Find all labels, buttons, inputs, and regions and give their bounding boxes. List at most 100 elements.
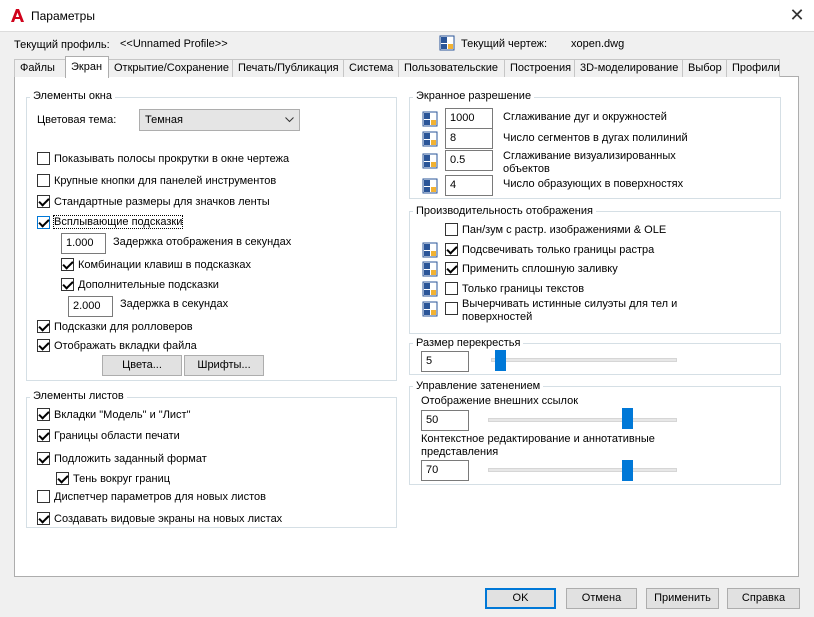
help-button[interactable]: Справка [727, 588, 800, 609]
crosshair-size-slider-track[interactable] [491, 358, 677, 362]
tooltips-label: Всплывающие подсказки [52, 215, 184, 229]
tab-drafting[interactable]: Построения [504, 59, 575, 77]
display-resolution-title: Экранное разрешение [413, 90, 535, 102]
tab-display[interactable]: Экран [65, 56, 109, 78]
printable-area-label: Границы области печати [54, 430, 180, 442]
arc-smoothness-input[interactable]: 1000 [445, 108, 493, 129]
tab-profiles[interactable]: Профили [726, 59, 780, 77]
tab-files[interactable]: Файлы [14, 59, 66, 77]
xref-fade-label: Отображение внешних ссылок [421, 395, 579, 407]
chevron-down-icon [285, 117, 294, 123]
rendered-smoothness-label: Сглаживание визуализированных объектов [503, 150, 676, 175]
inplace-fade-input[interactable]: 70 [421, 460, 469, 481]
cancel-button[interactable]: Отмена [566, 588, 637, 609]
crosshair-size-slider-thumb[interactable] [495, 350, 507, 371]
model-layout-tabs-label: Вкладки "Модель" и "Лист" [54, 409, 191, 421]
extended-delay-input[interactable]: 2.000 [68, 296, 113, 317]
extended-tooltips-label: Дополнительные подсказки [78, 279, 219, 291]
inplace-fade-label: Контекстное редактирование и аннотативны… [421, 433, 655, 458]
file-tabs-checkbox[interactable] [37, 339, 50, 352]
raster-frame-checkbox[interactable] [445, 243, 458, 256]
xref-fade-slider-track[interactable] [488, 418, 677, 422]
tab-3d-modeling[interactable]: 3D-моделирование [574, 59, 683, 77]
create-viewports-checkbox[interactable] [37, 512, 50, 525]
show-scrollbars-checkbox[interactable] [37, 152, 50, 165]
paper-shadow-checkbox[interactable] [56, 472, 69, 485]
paper-shadow-label: Тень вокруг границ [73, 473, 171, 485]
show-scrollbars-label: Показывать полосы прокрутки в окне черте… [54, 153, 290, 165]
rollover-tooltips-label: Подсказки для ролловеров [54, 321, 193, 333]
large-buttons-checkbox[interactable] [37, 174, 50, 187]
drawing-saved-icon [422, 281, 438, 297]
true-silhouettes-checkbox[interactable] [445, 302, 458, 315]
page-setup-manager-label: Диспетчер параметров для новых листов [54, 491, 266, 503]
paper-background-checkbox[interactable] [37, 452, 50, 465]
extended-tooltips-checkbox[interactable] [61, 278, 74, 291]
solid-fill-label: Применить сплошную заливку [462, 263, 618, 275]
drawing-icon [439, 35, 455, 51]
tab-system[interactable]: Система [343, 59, 399, 77]
true-silhouettes-label: Вычерчивать истинные силуэты для тел и п… [462, 298, 678, 323]
window-title: Параметры [31, 9, 95, 23]
page-setup-manager-checkbox[interactable] [37, 490, 50, 503]
paper-background-label: Подложить заданный формат [54, 453, 207, 465]
ok-button[interactable]: OK [485, 588, 556, 609]
rendered-smoothness-input[interactable]: 0.5 [445, 150, 493, 171]
tooltip-delay-label: Задержка отображения в секундах [113, 236, 292, 248]
autocad-a-icon [10, 8, 25, 23]
layout-elements-title: Элементы листов [30, 390, 127, 402]
extended-delay-label: Задержка в секундах [120, 298, 229, 310]
model-layout-tabs-checkbox[interactable] [37, 408, 50, 421]
drawing-saved-icon [422, 111, 438, 127]
xref-fade-input[interactable]: 50 [421, 410, 469, 431]
shortcut-keys-checkbox[interactable] [61, 258, 74, 271]
drawing-saved-icon [422, 242, 438, 258]
tooltip-delay-input[interactable]: 1.000 [61, 233, 106, 254]
tooltips-checkbox[interactable] [37, 216, 50, 229]
color-theme-select[interactable]: Темная [139, 109, 300, 131]
tab-plot-publish[interactable]: Печать/Публикация [232, 59, 344, 77]
arc-smoothness-label: Сглаживание дуг и окружностей [503, 111, 667, 123]
printable-area-checkbox[interactable] [37, 429, 50, 442]
solid-fill-checkbox[interactable] [445, 262, 458, 275]
contour-lines-label: Число образующих в поверхностях [503, 178, 684, 190]
drawing-label: Текущий чертеж: [461, 38, 548, 50]
drawing-saved-icon [422, 131, 438, 147]
text-boundary-checkbox[interactable] [445, 282, 458, 295]
display-performance-title: Производительность отображения [413, 205, 596, 217]
drawing-value: xopen.dwg [571, 38, 625, 50]
fonts-button[interactable]: Шрифты... [184, 355, 264, 376]
contour-lines-input[interactable]: 4 [445, 175, 493, 196]
create-viewports-label: Создавать видовые экраны на новых листах [54, 513, 283, 525]
drawing-saved-icon [422, 178, 438, 194]
pan-zoom-raster-label: Пан/зум с растр. изображениями & OLE [462, 224, 667, 236]
text-boundary-label: Только границы текстов [462, 283, 585, 295]
close-icon[interactable]: ✕ [786, 4, 808, 26]
inplace-fade-slider-track[interactable] [488, 468, 677, 472]
tab-user-preferences[interactable]: Пользовательские [398, 59, 505, 77]
drawing-saved-icon [422, 153, 438, 169]
title-bar: Параметры ✕ [0, 0, 814, 32]
ribbon-icons-checkbox[interactable] [37, 195, 50, 208]
crosshair-size-title: Размер перекрестья [413, 337, 524, 349]
colors-button[interactable]: Цвета... [102, 355, 182, 376]
color-theme-value: Темная [145, 114, 183, 126]
crosshair-size-input[interactable]: 5 [421, 351, 469, 372]
tab-open-save[interactable]: Открытие/Сохранение [108, 59, 233, 77]
pan-zoom-raster-checkbox[interactable] [445, 223, 458, 236]
drawing-saved-icon [422, 301, 438, 317]
apply-button[interactable]: Применить [646, 588, 719, 609]
color-theme-label: Цветовая тема: [37, 114, 117, 126]
inplace-fade-slider-thumb[interactable] [621, 460, 633, 481]
xref-fade-slider-thumb[interactable] [621, 408, 633, 429]
large-buttons-label: Крупные кнопки для панелей инструментов [54, 175, 277, 187]
ribbon-icons-label: Стандартные размеры для значков ленты [54, 196, 270, 208]
raster-frame-label: Подсвечивать только границы растра [462, 244, 655, 256]
drawing-saved-icon [422, 261, 438, 277]
tab-selection[interactable]: Выбор [682, 59, 727, 77]
polyline-segments-input[interactable]: 8 [445, 128, 493, 149]
rollover-tooltips-checkbox[interactable] [37, 320, 50, 333]
window-elements-title: Элементы окна [30, 90, 115, 102]
file-tabs-label: Отображать вкладки файла [54, 340, 197, 352]
shortcut-keys-label: Комбинации клавиш в подсказках [78, 259, 252, 271]
